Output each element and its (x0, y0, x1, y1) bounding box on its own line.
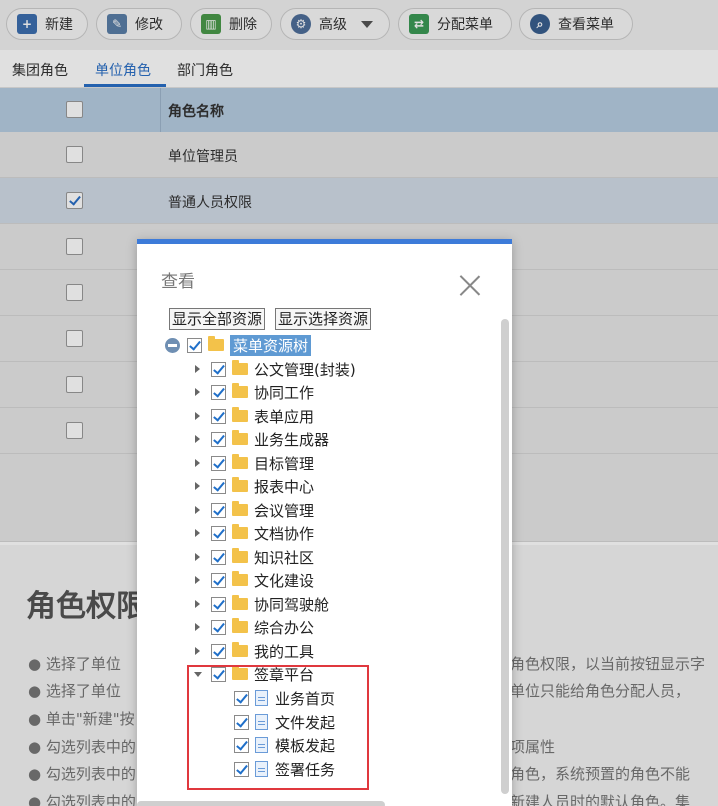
tree-node[interactable]: 文化建设 (193, 569, 314, 591)
tree-node[interactable]: 协同驾驶舱 (193, 593, 329, 615)
expand-arrow-icon[interactable] (193, 364, 203, 374)
vertical-scrollbar[interactable] (501, 319, 509, 794)
folder-open-icon (208, 336, 224, 351)
horizontal-scrollbar[interactable] (137, 801, 385, 806)
tree-node-label: 文档协作 (254, 524, 315, 543)
folder-icon (232, 595, 248, 610)
tree-node[interactable]: 协同工作 (193, 381, 314, 403)
tree-node[interactable]: 知识社区 (193, 546, 314, 568)
show-all-resources-button[interactable]: 显示全部资源 (169, 308, 266, 330)
tree-node[interactable]: 我的工具 (193, 640, 314, 662)
expand-arrow-icon[interactable] (193, 622, 203, 632)
tree-checkbox[interactable] (211, 455, 226, 471)
expand-arrow-icon[interactable] (193, 458, 203, 468)
folder-icon (232, 571, 248, 586)
folder-icon (232, 548, 248, 563)
folder-icon (232, 477, 248, 492)
tree-node[interactable]: 目标管理 (193, 452, 314, 474)
folder-icon (232, 407, 248, 422)
tree-root-label: 菜单资源树 (230, 334, 312, 356)
tree-checkbox[interactable] (211, 525, 226, 541)
expand-arrow-icon[interactable] (193, 528, 203, 538)
tree-checkbox[interactable] (211, 408, 226, 424)
tree-node-label: 协同驾驶舱 (254, 595, 330, 614)
expand-arrow-icon[interactable] (193, 575, 203, 585)
expand-arrow-icon[interactable] (193, 552, 203, 562)
tree-node[interactable]: 表单应用 (193, 405, 314, 427)
dialog-title: 查看 (161, 272, 195, 292)
collapse-icon[interactable] (165, 337, 180, 353)
tree-node-label: 综合办公 (254, 618, 315, 637)
tree-checkbox[interactable] (211, 572, 226, 588)
tree-root[interactable]: 菜单资源树 (165, 334, 312, 356)
tree-checkbox[interactable] (211, 549, 226, 565)
tree-node[interactable]: 综合办公 (193, 616, 314, 638)
expand-arrow-icon[interactable] (193, 599, 203, 609)
tree-checkbox[interactable] (211, 643, 226, 659)
folder-icon (232, 360, 248, 375)
show-selected-resources-button[interactable]: 显示选择资源 (275, 308, 372, 330)
expand-arrow-icon[interactable] (193, 505, 203, 515)
tree-node-label: 知识社区 (254, 548, 315, 567)
folder-icon (232, 524, 248, 539)
tree-node-label: 业务生成器 (254, 430, 330, 449)
tree-checkbox[interactable] (211, 478, 226, 494)
tree-node[interactable]: 报表中心 (193, 475, 314, 497)
close-icon[interactable] (459, 274, 481, 296)
tree-checkbox[interactable] (211, 384, 226, 400)
tree-checkbox[interactable] (211, 596, 226, 612)
tree-node[interactable]: 会议管理 (193, 499, 314, 521)
tree-node-label: 公文管理(封装) (254, 360, 356, 379)
tree-node[interactable]: 业务生成器 (193, 428, 329, 450)
tree-node-label: 报表中心 (254, 477, 315, 496)
view-menu-dialog: 查看 显示全部资源 显示选择资源 菜单资源树 公文管理(封装) 协同工作 表单应… (137, 239, 512, 806)
tree-node-label: 文化建设 (254, 571, 315, 590)
tree-node[interactable]: 公文管理(封装) (193, 358, 356, 380)
tree-node[interactable]: 文档协作 (193, 522, 314, 544)
expand-arrow-icon[interactable] (193, 387, 203, 397)
folder-icon (232, 642, 248, 657)
tree-checkbox[interactable] (211, 502, 226, 518)
tree-checkbox[interactable] (211, 431, 226, 447)
folder-icon (232, 501, 248, 516)
expand-arrow-icon[interactable] (193, 411, 203, 421)
folder-icon (232, 454, 248, 469)
expand-arrow-icon[interactable] (193, 646, 203, 656)
folder-icon (232, 430, 248, 445)
folder-icon (232, 618, 248, 633)
tree-node-label: 协同工作 (254, 383, 315, 402)
tree-node-label: 表单应用 (254, 407, 315, 426)
tree-checkbox[interactable] (211, 619, 226, 635)
tree-node-label: 我的工具 (254, 642, 315, 661)
folder-icon (232, 383, 248, 398)
expand-arrow-icon[interactable] (193, 434, 203, 444)
highlight-box (187, 665, 369, 790)
tree-checkbox[interactable] (211, 361, 226, 377)
tree-node-label: 目标管理 (254, 454, 315, 473)
tree-node-label: 会议管理 (254, 501, 315, 520)
expand-arrow-icon[interactable] (193, 481, 203, 491)
tree-checkbox[interactable] (187, 337, 202, 353)
